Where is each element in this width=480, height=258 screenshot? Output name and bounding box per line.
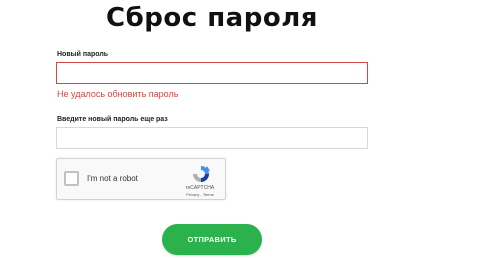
recaptcha-logo-icon (193, 166, 210, 182)
error-message: Не удалось обновить пароль (57, 89, 179, 99)
confirm-password-label: Введите новый пароль еще раз (57, 116, 168, 123)
recaptcha-label: I'm not a robot (87, 174, 138, 183)
recaptcha-checkbox[interactable] (64, 171, 79, 186)
new-password-input[interactable] (56, 62, 368, 84)
new-password-label: Новый пароль (57, 51, 109, 58)
page-title: Сброс пароля (106, 3, 318, 33)
recaptcha-brand: reCAPTCHA (185, 185, 215, 191)
confirm-password-input[interactable] (56, 127, 368, 149)
submit-button[interactable]: ОТПРАВИТЬ (162, 224, 262, 255)
recaptcha-privacy-terms-links[interactable]: Privacy - Terms (175, 192, 225, 197)
recaptcha-widget: I'm not a robot reCAPTCHA Privacy - Term… (56, 158, 226, 200)
